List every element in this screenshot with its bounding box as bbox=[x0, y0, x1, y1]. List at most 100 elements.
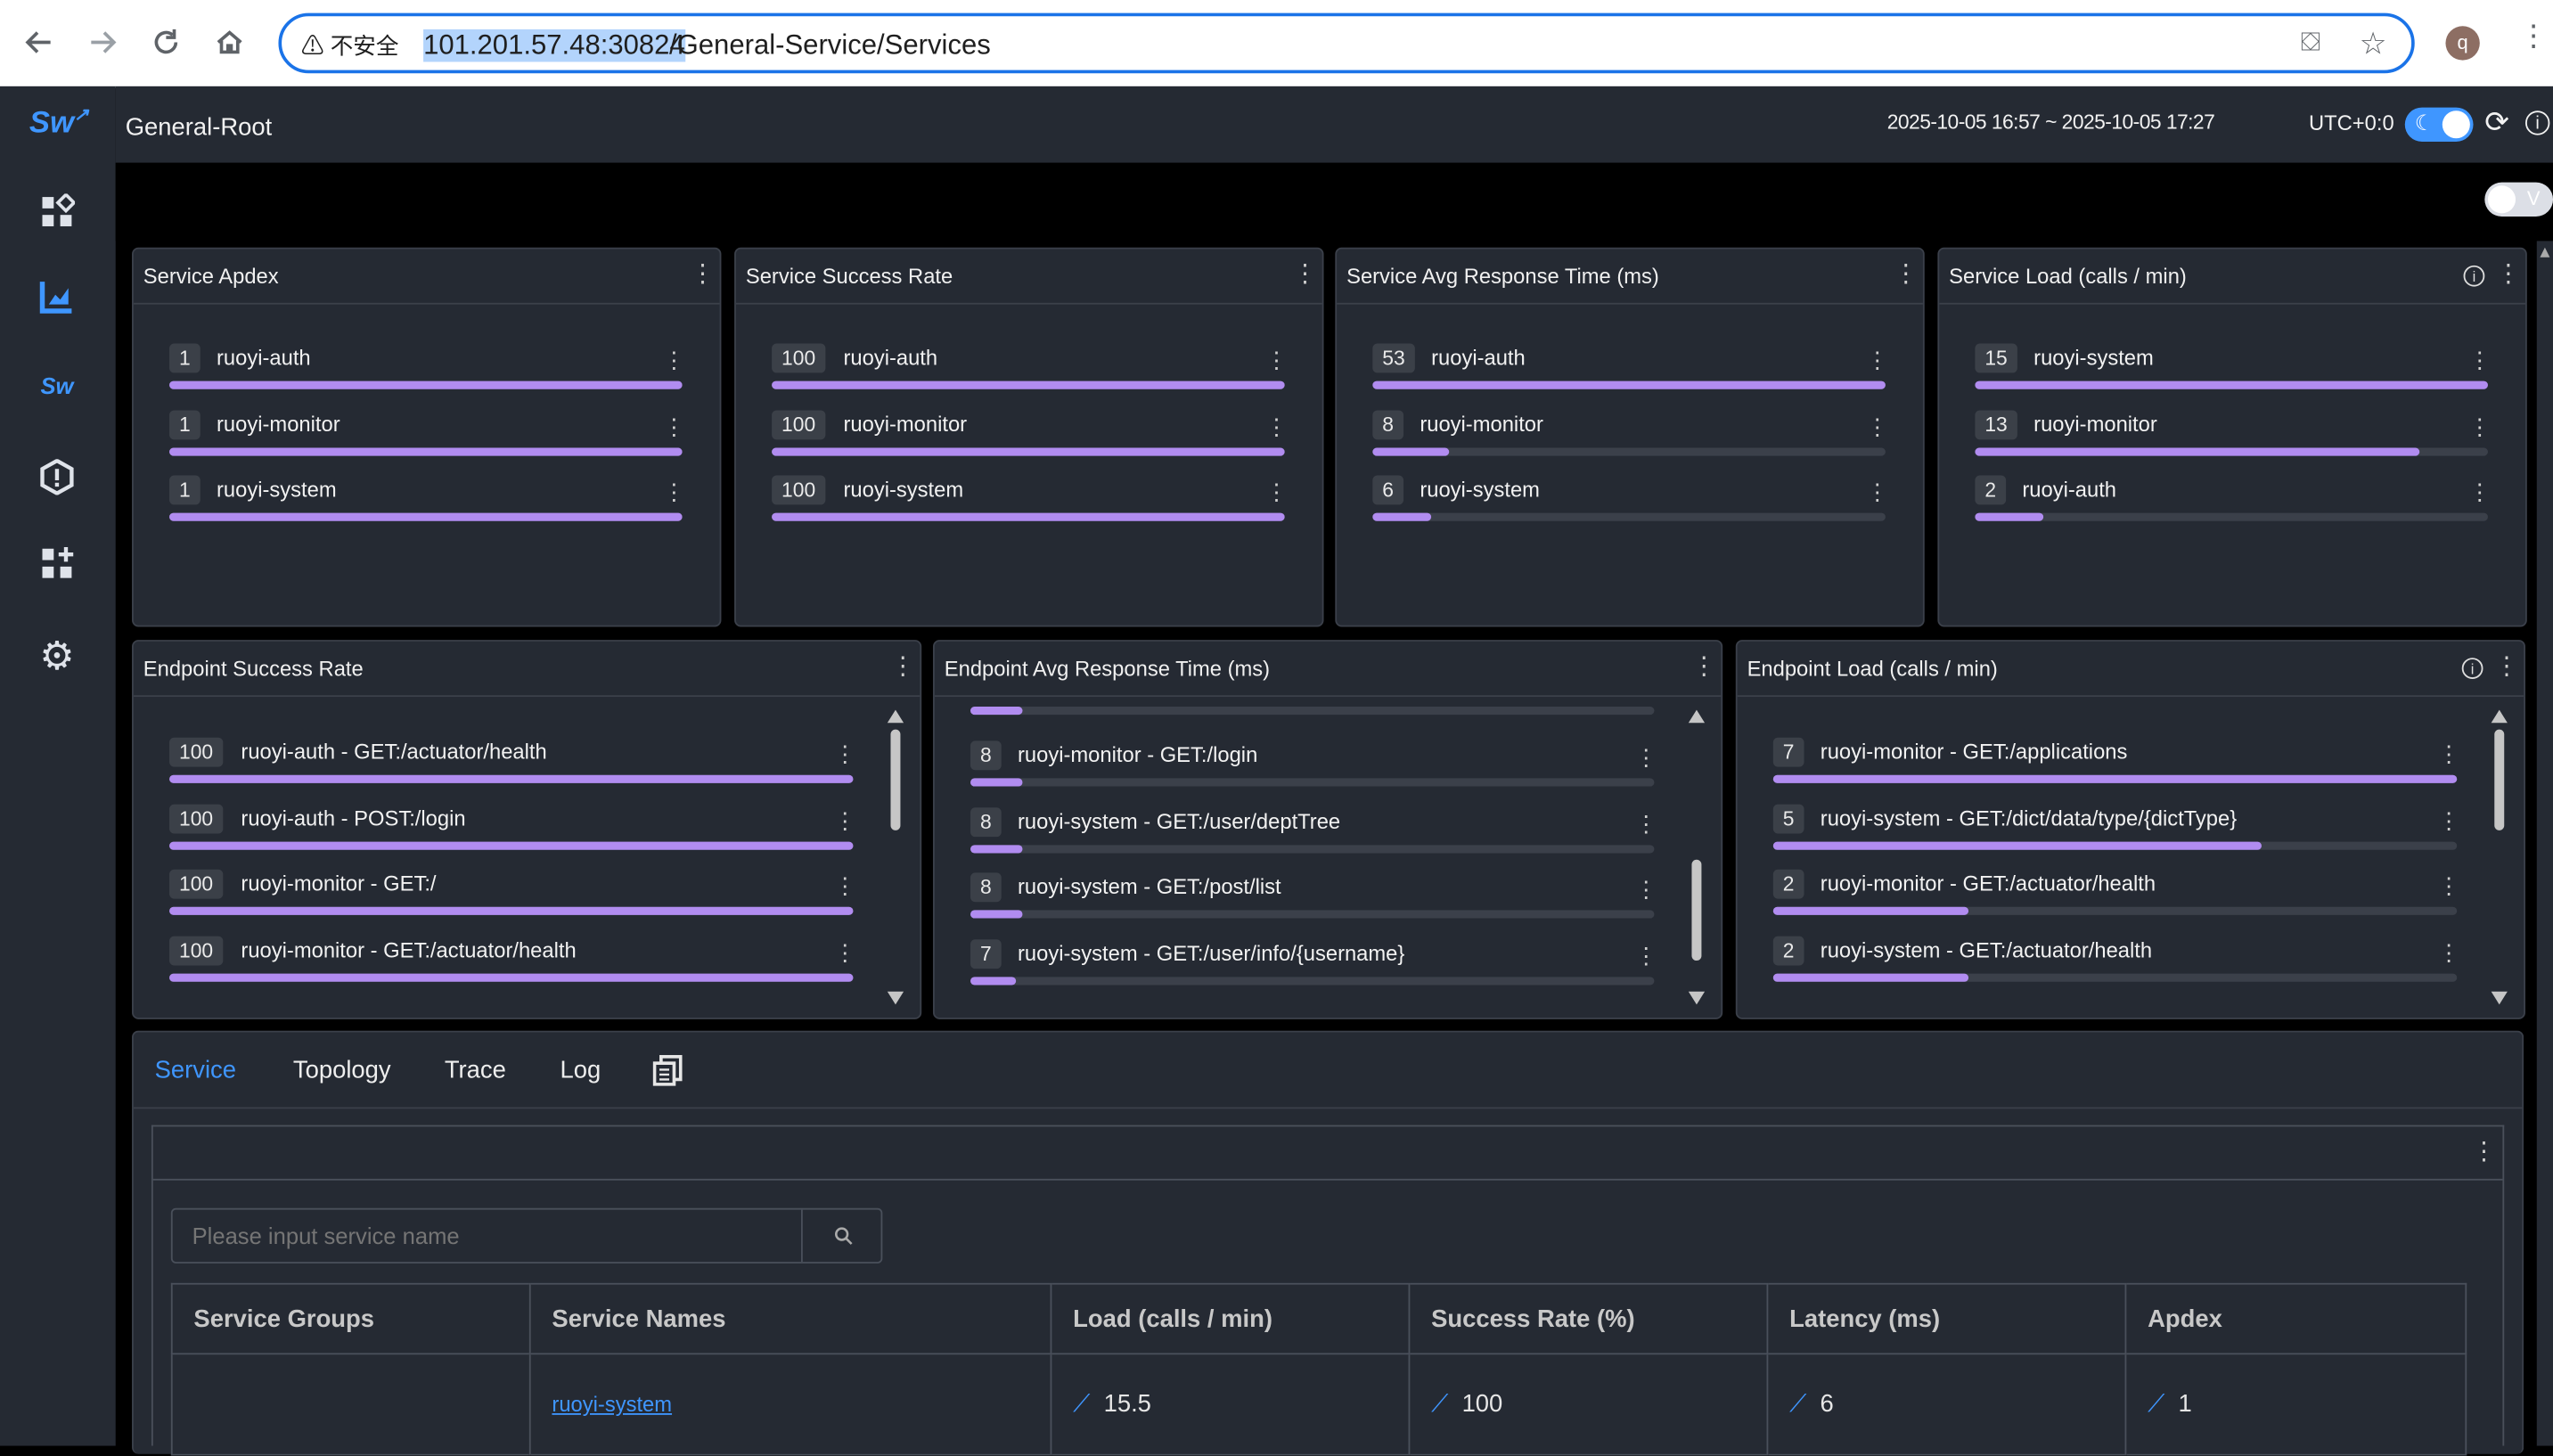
item-menu-icon[interactable]: ⋮ bbox=[1265, 479, 1289, 506]
list-item[interactable]: 8 ruoyi-system - GET:/user/deptTree ⋮ bbox=[970, 806, 1657, 862]
list-item[interactable]: 2 ruoyi-monitor - GET:/actuator/health ⋮ bbox=[1772, 869, 2460, 925]
list-item[interactable]: 100 ruoyi-monitor - GET:/ ⋮ bbox=[169, 869, 856, 925]
list-item[interactable]: 13 ruoyi-monitor ⋮ bbox=[1975, 409, 2492, 465]
reload-icon[interactable] bbox=[146, 23, 185, 62]
trend-icon[interactable]: ⟋ bbox=[2148, 1390, 2164, 1418]
list-item[interactable]: 100 ruoyi-auth - GET:/actuator/health ⋮ bbox=[169, 737, 856, 793]
item-menu-icon[interactable]: ⋮ bbox=[663, 479, 686, 506]
list-item[interactable]: 100 ruoyi-auth ⋮ bbox=[772, 343, 1288, 399]
refresh-icon[interactable]: ⟳ bbox=[2484, 106, 2509, 140]
panel-scrollbar[interactable] bbox=[887, 709, 904, 1008]
col-apdex[interactable]: Apdex bbox=[2125, 1284, 2466, 1354]
sw-logo-small-icon[interactable]: Sw bbox=[36, 364, 78, 407]
tab-service[interactable]: Service bbox=[155, 1057, 236, 1084]
list-item[interactable]: 8 ruoyi-monitor - GET:/login ⋮ bbox=[970, 740, 1657, 796]
col-success-rate[interactable]: Success Rate (%) bbox=[1409, 1283, 1769, 1354]
item-menu-icon[interactable]: ⋮ bbox=[2437, 740, 2460, 768]
forward-icon[interactable] bbox=[83, 23, 122, 62]
col-latency[interactable]: Latency (ms) bbox=[1767, 1283, 2127, 1354]
panel-menu-icon[interactable]: ⋮ bbox=[1894, 262, 1918, 287]
trend-icon[interactable]: ⟋ bbox=[1073, 1390, 1090, 1418]
trend-icon[interactable]: ⟋ bbox=[1431, 1390, 1448, 1418]
item-menu-icon[interactable]: ⋮ bbox=[1635, 876, 1658, 904]
item-menu-icon[interactable]: ⋮ bbox=[834, 938, 857, 966]
item-menu-icon[interactable]: ⋮ bbox=[2468, 479, 2492, 506]
item-menu-icon[interactable]: ⋮ bbox=[2437, 872, 2460, 900]
panel-menu-icon[interactable]: ⋮ bbox=[2496, 262, 2520, 287]
item-menu-icon[interactable]: ⋮ bbox=[663, 347, 686, 374]
list-item[interactable]: 7 ruoyi-monitor - GET:/applications ⋮ bbox=[1772, 737, 2460, 793]
item-menu-icon[interactable]: ⋮ bbox=[834, 806, 857, 834]
profile-avatar[interactable]: q bbox=[2445, 26, 2480, 61]
scroll-thumb[interactable] bbox=[2494, 729, 2505, 830]
marketplace-chart-icon[interactable] bbox=[36, 275, 78, 318]
list-item[interactable]: 100 ruoyi-system ⋮ bbox=[772, 475, 1288, 531]
time-range-picker[interactable]: 2025-10-05 16:57 ~ 2025-10-05 17:27 bbox=[1887, 110, 2215, 134]
tab-topology[interactable]: Topology bbox=[293, 1057, 391, 1084]
scroll-up-arrow[interactable] bbox=[2491, 709, 2508, 724]
copy-tab-icon[interactable] bbox=[652, 1055, 683, 1094]
search-button[interactable] bbox=[800, 1209, 881, 1263]
skywalking-logo[interactable]: Sw↗ bbox=[29, 104, 89, 143]
item-menu-icon[interactable]: ⋮ bbox=[663, 413, 686, 440]
item-menu-icon[interactable]: ⋮ bbox=[1866, 347, 1889, 374]
panel-scrollbar[interactable] bbox=[2491, 709, 2508, 1008]
list-item[interactable]: 5 ruoyi-system - GET:/dict/data/type/{dic… bbox=[1772, 803, 2460, 859]
panel-menu-icon[interactable]: ⋮ bbox=[2494, 655, 2518, 679]
list-item[interactable]: 8 ruoyi-monitor ⋮ bbox=[1372, 409, 1889, 465]
info-icon[interactable]: i bbox=[2461, 658, 2483, 679]
list-item[interactable]: 15 ruoyi-system ⋮ bbox=[1975, 343, 2492, 399]
item-menu-icon[interactable]: ⋮ bbox=[1265, 413, 1289, 440]
dashboard-icon[interactable] bbox=[36, 191, 78, 233]
list-item[interactable]: 7 ruoyi-system - GET:/user/info/{username… bbox=[970, 938, 1657, 994]
tab-log[interactable]: Log bbox=[561, 1057, 601, 1084]
scroll-down-arrow[interactable] bbox=[2491, 991, 2508, 1005]
list-item[interactable]: 8 ruoyi-system - GET:/post/list ⋮ bbox=[970, 872, 1657, 928]
tab-trace[interactable]: Trace bbox=[445, 1057, 506, 1084]
item-menu-icon[interactable]: ⋮ bbox=[1866, 479, 1889, 506]
theme-toggle[interactable]: ☾ bbox=[2404, 107, 2474, 142]
scroll-thumb[interactable] bbox=[890, 729, 901, 830]
panel-scrollbar[interactable] bbox=[1688, 709, 1706, 1008]
item-menu-icon[interactable]: ⋮ bbox=[1866, 413, 1889, 440]
item-menu-icon[interactable]: ⋮ bbox=[834, 872, 857, 900]
panel-menu-icon[interactable]: ⋮ bbox=[1293, 262, 1317, 287]
scroll-up-arrow[interactable] bbox=[887, 709, 904, 724]
page-scrollbar[interactable] bbox=[2536, 241, 2553, 1446]
col-load[interactable]: Load (calls / min) bbox=[1051, 1283, 1411, 1354]
list-item[interactable]: 6 ruoyi-system ⋮ bbox=[1372, 475, 1889, 531]
add-widget-icon[interactable] bbox=[36, 542, 78, 585]
panel-menu-icon[interactable]: ⋮ bbox=[691, 262, 715, 287]
list-item[interactable]: 53 ruoyi-auth ⋮ bbox=[1372, 343, 1889, 399]
item-menu-icon[interactable]: ⋮ bbox=[2437, 806, 2460, 834]
edit-mode-toggle[interactable]: V bbox=[2484, 182, 2553, 217]
list-item[interactable]: 2 ruoyi-system - GET:/actuator/health ⋮ bbox=[1772, 935, 2460, 991]
list-item[interactable]: 2 ruoyi-auth ⋮ bbox=[1975, 475, 2492, 531]
service-name-link[interactable]: ruoyi-system bbox=[552, 1392, 672, 1416]
item-menu-icon[interactable]: ⋮ bbox=[1265, 347, 1289, 374]
scroll-thumb[interactable] bbox=[1691, 859, 1702, 961]
scroll-up-arrow[interactable] bbox=[2540, 247, 2550, 258]
translate-icon[interactable]: ⛋ bbox=[2301, 29, 2320, 59]
scroll-down-arrow[interactable] bbox=[1688, 991, 1706, 1005]
back-icon[interactable] bbox=[20, 23, 59, 62]
trend-icon[interactable]: ⟋ bbox=[1789, 1390, 1806, 1418]
settings-gear-icon[interactable]: ⚙ bbox=[36, 634, 78, 678]
list-item[interactable]: 1 ruoyi-auth ⋮ bbox=[169, 343, 686, 399]
panel-menu-icon[interactable]: ⋮ bbox=[1691, 655, 1715, 679]
service-search-input[interactable] bbox=[172, 1209, 801, 1263]
item-menu-icon[interactable]: ⋮ bbox=[2437, 938, 2460, 966]
info-icon[interactable]: i bbox=[2524, 110, 2550, 135]
panel-menu-icon[interactable]: ⋮ bbox=[890, 655, 914, 679]
item-menu-icon[interactable]: ⋮ bbox=[2468, 413, 2492, 440]
col-service-names[interactable]: Service Names bbox=[529, 1283, 1052, 1354]
item-menu-icon[interactable]: ⋮ bbox=[1635, 942, 1658, 969]
scroll-down-arrow[interactable] bbox=[887, 991, 904, 1005]
not-secure-label[interactable]: ⚠ 不安全 bbox=[301, 31, 398, 61]
bookmark-star-icon[interactable]: ☆ bbox=[2360, 26, 2387, 63]
item-menu-icon[interactable]: ⋮ bbox=[1635, 810, 1658, 838]
item-menu-icon[interactable]: ⋮ bbox=[2468, 347, 2492, 374]
col-service-groups[interactable]: Service Groups bbox=[171, 1283, 531, 1354]
alarm-shield-icon[interactable] bbox=[36, 456, 78, 499]
list-item[interactable]: 1 ruoyi-monitor ⋮ bbox=[169, 409, 686, 465]
